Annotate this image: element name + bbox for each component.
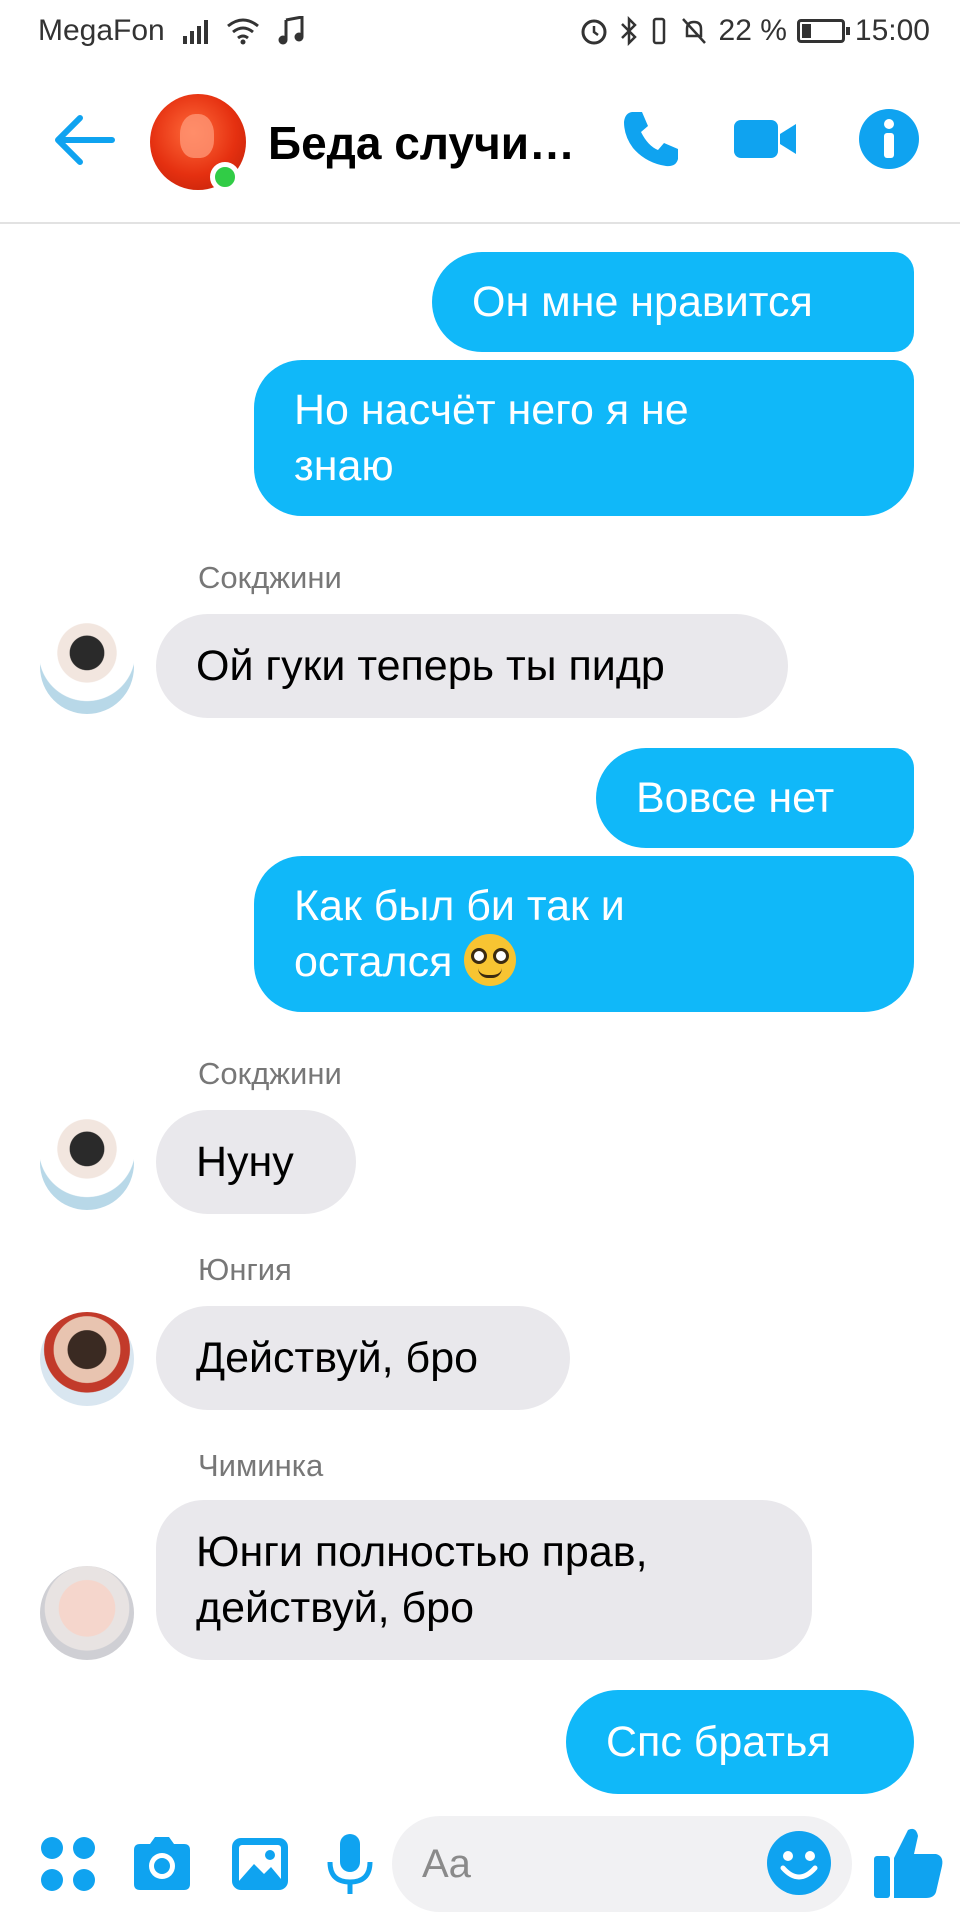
camera-icon[interactable]: [130, 1832, 194, 1896]
back-arrow-icon[interactable]: [50, 110, 120, 170]
alarm-icon: [581, 19, 607, 45]
emoji-picker-icon[interactable]: [764, 1828, 834, 1898]
message-input[interactable]: Aa: [392, 1816, 852, 1912]
more-actions-icon[interactable]: [36, 1832, 100, 1896]
vibrate-icon: [652, 17, 665, 45]
carrier-name: MegaFon: [38, 14, 165, 47]
wifi-icon: [226, 18, 259, 45]
incoming-message[interactable]: Юнги полностью прав, действуй, бро: [156, 1500, 812, 1660]
incoming-message[interactable]: Нуну: [156, 1110, 356, 1214]
clock: 15:00: [854, 14, 930, 47]
status-bar: MegaFon 22 % 15:00: [0, 0, 960, 66]
incoming-message[interactable]: Действуй, бро: [156, 1306, 570, 1410]
participant-avatar-jimin[interactable]: [40, 1566, 134, 1660]
online-indicator: [210, 162, 240, 192]
participant-avatar-seokjin[interactable]: [40, 1116, 134, 1210]
gallery-icon[interactable]: [228, 1832, 292, 1896]
video-call-icon[interactable]: [732, 106, 798, 172]
participant-avatar-yoongi[interactable]: [40, 1312, 134, 1406]
cell-signal-icon: [182, 18, 208, 44]
nerd-face-emoji: [464, 934, 517, 986]
message-composer: Aa: [0, 1808, 960, 1920]
thumbs-up-icon[interactable]: [872, 1824, 944, 1900]
sender-name: Сокджини: [198, 560, 342, 595]
outgoing-message[interactable]: Он мне нравится: [432, 252, 914, 352]
outgoing-message[interactable]: Как был би так и остался: [254, 856, 914, 1012]
sender-name: Чиминка: [198, 1448, 324, 1483]
outgoing-message[interactable]: Спс братья: [566, 1690, 914, 1794]
incoming-message[interactable]: Ой гуки теперь ты пидр: [156, 614, 788, 718]
microphone-icon[interactable]: [318, 1832, 382, 1896]
conversation-title[interactable]: Беда случи…: [268, 116, 575, 170]
info-icon[interactable]: [856, 106, 922, 172]
music-note-icon: [278, 16, 304, 45]
participant-avatar-seokjin[interactable]: [40, 620, 134, 714]
sender-name: Юнгия: [198, 1252, 292, 1287]
bluetooth-icon: [620, 16, 637, 46]
outgoing-message[interactable]: Но насчёт него я не знаю: [254, 360, 914, 516]
conversation-header: Беда случи…: [0, 66, 960, 224]
battery-percent: 22 %: [718, 14, 787, 47]
phone-call-icon[interactable]: [618, 106, 684, 172]
battery-icon: [796, 19, 850, 43]
mute-bell-icon: [681, 18, 706, 44]
outgoing-message[interactable]: Вовсе нет: [596, 748, 914, 848]
sender-name: Сокджини: [198, 1056, 342, 1091]
